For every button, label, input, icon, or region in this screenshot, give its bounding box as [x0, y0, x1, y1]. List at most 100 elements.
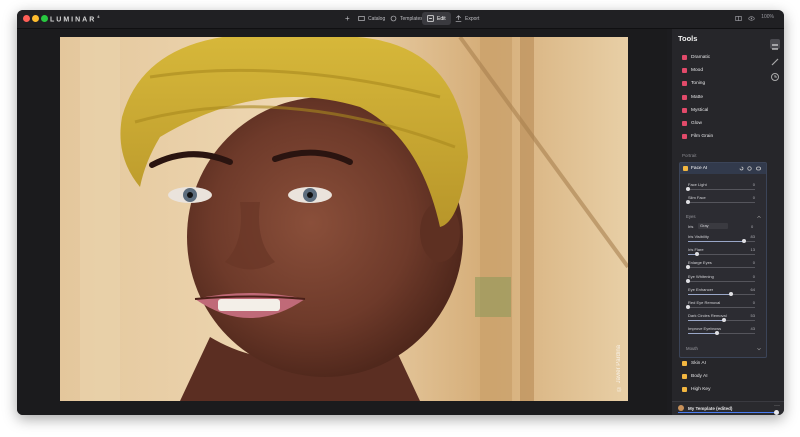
reset-icon[interactable] — [739, 166, 744, 171]
iris-label: Iris — [688, 224, 694, 229]
slider-label: Slim Face — [688, 194, 706, 200]
slider-value: 0 — [752, 194, 755, 200]
slider-knob[interactable] — [686, 278, 690, 283]
slider-track[interactable] — [688, 267, 755, 269]
slider-track[interactable] — [688, 201, 755, 203]
export-tab[interactable]: Export — [450, 12, 484, 25]
tool-label: Skin AI — [691, 361, 706, 366]
slider-knob[interactable] — [714, 331, 719, 336]
tool-glow[interactable]: Glow — [682, 119, 702, 128]
slider-value: 64 — [750, 286, 755, 292]
slider-fill — [688, 320, 724, 322]
tool-film-grain[interactable]: Film Grain — [682, 132, 713, 141]
tool-dramatic[interactable]: Dramatic — [682, 53, 710, 62]
face-ai-tool: Face AI Face Light 0 Slim Face 0 Eyes Iris … — [679, 162, 767, 358]
tool-label: High Key — [691, 387, 711, 392]
tool-matte[interactable]: Matte — [682, 93, 703, 102]
tool-label: Film Grain — [691, 134, 714, 140]
slider-track[interactable] — [688, 189, 755, 190]
brush-icon[interactable] — [770, 54, 780, 66]
template-bar: My Template (edited) ··· — [672, 401, 784, 415]
slider-knob[interactable] — [721, 318, 726, 323]
slider-knob[interactable] — [686, 265, 690, 270]
slider-red-eye-removal[interactable]: Red Eye Removal 0 — [686, 300, 755, 312]
tool-toning[interactable]: Toning — [682, 79, 705, 88]
tool-label: Toning — [691, 81, 706, 87]
slider-label: Iris Visibility — [688, 234, 709, 239]
slider-slim-face[interactable]: Slim Face 0 — [686, 194, 755, 207]
tool-label: Dramatic — [691, 55, 711, 60]
template-more-icon[interactable]: ··· — [774, 403, 780, 409]
catalog-label: Catalog — [368, 15, 386, 22]
slider-knob[interactable] — [686, 199, 690, 204]
visibility-icon[interactable] — [747, 166, 752, 171]
template-amount-knob[interactable] — [774, 410, 779, 415]
chevron-up-icon[interactable] — [757, 215, 761, 219]
slider-iris-visibility[interactable]: Iris Visibility 83 — [688, 234, 755, 246]
edit-label: Edit — [437, 15, 446, 22]
slider-eye-enhancer[interactable]: Eye Enhancer 64 — [688, 287, 755, 299]
template-name[interactable]: My Template (edited) — [688, 406, 732, 411]
close-window-button[interactable] — [23, 15, 30, 22]
app-version: 4 — [97, 14, 102, 19]
slider-improve-eyebrows[interactable]: Improve Eyebrows 43 — [688, 326, 755, 338]
slider-label: Red Eye Removal — [688, 300, 721, 305]
template-amount-track[interactable] — [678, 412, 778, 413]
eye-preview-icon[interactable] — [748, 15, 755, 22]
slider-eye-whitening[interactable]: Eye Whitening 0 — [686, 274, 755, 286]
slider-value: 0 — [752, 300, 755, 305]
slider-track[interactable] — [688, 280, 755, 282]
photo-portrait[interactable]: © Javier Pardina — [60, 37, 628, 401]
slider-label: Enlarge Eyes — [688, 260, 712, 266]
template-thumbnail — [678, 405, 684, 411]
tools-panel: Tools Dramatic Mood Toning Matte Mystical Glo… — [672, 29, 784, 415]
slider-iris-flare[interactable]: Iris Flare 13 — [688, 247, 755, 259]
slider-value: 83 — [750, 234, 755, 239]
zoom-window-button[interactable] — [41, 15, 48, 22]
skin-icon — [682, 361, 687, 366]
export-label: Export — [465, 15, 480, 22]
glow-icon — [682, 121, 687, 126]
tool-mystical[interactable]: Mystical — [682, 106, 708, 115]
tool-label: Body AI — [691, 374, 708, 379]
slider-fill — [688, 241, 744, 242]
edit-tab[interactable]: Edit — [422, 12, 451, 25]
slider-fill — [688, 293, 731, 295]
slider-knob[interactable] — [694, 252, 699, 257]
tool-skin[interactable]: Skin AI — [682, 359, 706, 368]
slider-knob[interactable] — [686, 305, 690, 309]
face-ai-header[interactable]: Face AI — [680, 163, 766, 174]
tool-body[interactable]: Body AI — [682, 372, 708, 381]
photo-credit: © Javier Pardina — [616, 344, 622, 391]
slider-fill — [688, 333, 717, 335]
matte-icon — [682, 94, 687, 100]
zoom-level[interactable]: 100% — [761, 14, 774, 20]
mouth-section-label[interactable]: Mouth — [686, 346, 698, 351]
sliders-icon[interactable] — [770, 39, 780, 50]
catalog-icon — [358, 16, 365, 21]
slider-knob[interactable] — [741, 239, 746, 243]
app-logo: LUMINAR4 — [50, 14, 102, 23]
toggle-icon[interactable] — [756, 166, 761, 171]
slider-face-light[interactable]: Face Light 0 — [686, 182, 755, 194]
dramatic-icon — [682, 55, 687, 60]
slider-knob[interactable] — [728, 291, 733, 296]
body-icon — [682, 374, 687, 379]
slider-label: Dark Circles Removal — [688, 313, 727, 319]
history-icon[interactable] — [770, 69, 780, 81]
slider-dark-circles-removal[interactable]: Dark Circles Removal 53 — [688, 313, 755, 325]
slider-track[interactable] — [688, 307, 755, 308]
iris-color-select[interactable]: Gray — [698, 223, 728, 229]
slider-enlarge-eyes[interactable]: Enlarge Eyes 0 — [686, 260, 755, 272]
templates-icon — [390, 15, 397, 22]
tool-high-key[interactable]: High Key — [682, 385, 710, 394]
tool-mood[interactable]: Mood — [682, 66, 703, 75]
slider-knob[interactable] — [686, 187, 690, 191]
chevron-down-icon[interactable] — [757, 347, 761, 351]
export-icon — [455, 15, 462, 22]
compare-icon[interactable] — [735, 15, 742, 22]
templates-label: Templates — [400, 15, 423, 22]
slider-value: 0 — [752, 182, 755, 187]
tool-label: Glow — [691, 121, 702, 126]
minimize-window-button[interactable] — [32, 15, 39, 22]
